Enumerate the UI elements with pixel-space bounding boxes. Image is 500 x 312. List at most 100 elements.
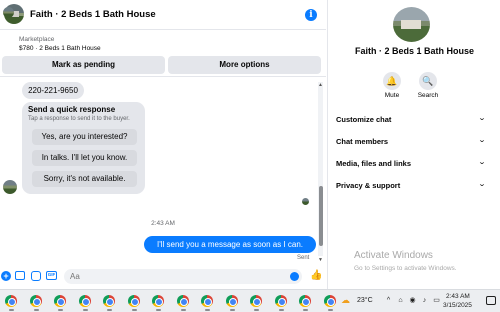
wifi-icon[interactable]: ◉: [408, 296, 417, 305]
notification-icon[interactable]: [486, 296, 496, 305]
thumbs-up-icon[interactable]: 👍: [310, 270, 322, 282]
activate-windows-subtitle: Go to Settings to activate Windows.: [354, 265, 457, 272]
taskbar-app-button[interactable]: [299, 295, 311, 311]
listing-summary[interactable]: $780 · 2 Beds 1 Bath House: [19, 45, 101, 52]
more-options-button[interactable]: More options: [168, 56, 321, 74]
quick-reply-not-available[interactable]: Sorry, it's not available.: [32, 171, 137, 187]
chrome-icon[interactable]: [152, 295, 164, 307]
gif-icon[interactable]: GIF: [46, 271, 57, 280]
chrome-icon[interactable]: [201, 295, 213, 307]
section-privacy-support[interactable]: Privacy & support ⌄: [328, 177, 500, 195]
search-label: Search: [417, 92, 439, 99]
chrome-icon[interactable]: [274, 295, 287, 307]
chrome-icon[interactable]: [299, 295, 311, 307]
conversation-details-pane: Faith · 2 Beds 1 Bath House 🔔 Mute 🔍 Sea…: [327, 0, 500, 289]
chrome-icon[interactable]: [5, 295, 17, 307]
scroll-up-arrow-icon[interactable]: ▲: [318, 82, 323, 88]
mark-as-pending-button[interactable]: Mark as pending: [2, 56, 165, 74]
chrome-icon[interactable]: [225, 295, 238, 307]
chrome-icon[interactable]: [176, 295, 189, 307]
running-indicator: [229, 309, 235, 311]
section-label: Privacy & support: [336, 181, 401, 190]
taskbar-app-button[interactable]: [225, 295, 238, 311]
chevron-down-icon[interactable]: ⌄: [478, 136, 486, 144]
taskbar-app-button[interactable]: [152, 295, 164, 311]
quick-response-title: Send a quick response: [28, 105, 116, 114]
search-icon[interactable]: 🔍: [419, 72, 437, 90]
clock-time[interactable]: 2:43 AM: [446, 293, 470, 300]
seen-receipt-avatar: [302, 198, 309, 205]
search-action[interactable]: 🔍 Search: [408, 72, 448, 102]
chrome-icon[interactable]: [54, 295, 66, 307]
clock-date[interactable]: 3/15/2025: [443, 302, 472, 309]
volume-icon[interactable]: ♪: [420, 296, 429, 305]
taskbar-app-button[interactable]: [323, 295, 336, 311]
chevron-down-icon[interactable]: ⌄: [478, 180, 486, 188]
taskbar-app-button[interactable]: [78, 295, 91, 311]
sender-avatar[interactable]: [3, 180, 17, 194]
chevron-down-icon[interactable]: ⌄: [478, 158, 486, 166]
details-avatar[interactable]: [393, 7, 430, 42]
section-customize-chat[interactable]: Customize chat ⌄: [328, 111, 500, 129]
battery-icon[interactable]: ▭: [432, 296, 441, 305]
chrome-icon[interactable]: [103, 295, 115, 307]
activate-windows-title: Activate Windows: [354, 250, 433, 261]
chrome-icon[interactable]: [323, 295, 336, 307]
sent-status: Sent: [297, 255, 310, 261]
weather-icon[interactable]: ☁: [341, 295, 354, 305]
message-composer: + GIF 👍: [0, 266, 326, 289]
taskbar-app-button[interactable]: [201, 295, 213, 311]
running-indicator: [33, 309, 39, 311]
chat-pane: Faith · 2 Beds 1 Bath House i Marketplac…: [0, 0, 326, 289]
mute-action[interactable]: 🔔 Mute: [372, 72, 412, 102]
taskbar-app-button[interactable]: [29, 295, 42, 311]
outgoing-message: I'll send you a message as soon as I can…: [144, 236, 316, 266]
running-indicator: [303, 309, 308, 311]
taskbar-app-button[interactable]: [127, 295, 140, 311]
running-indicator: [58, 309, 63, 311]
section-label: Media, files and links: [336, 159, 412, 168]
chrome-icon[interactable]: [29, 295, 42, 307]
running-indicator: [205, 309, 210, 311]
running-indicator: [180, 309, 186, 311]
photo-icon[interactable]: [15, 271, 25, 280]
chrome-icon[interactable]: [78, 295, 91, 307]
bell-icon[interactable]: 🔔: [383, 72, 401, 90]
running-indicator: [156, 309, 161, 311]
message-input[interactable]: [64, 269, 302, 284]
running-indicator: [327, 309, 333, 311]
section-label: Customize chat: [336, 115, 392, 124]
chrome-icon[interactable]: [250, 295, 262, 307]
plus-icon[interactable]: +: [1, 271, 11, 281]
info-icon[interactable]: i: [305, 9, 317, 21]
incoming-message-phone: 220-221-9650: [22, 82, 84, 99]
chat-title[interactable]: Faith · 2 Beds 1 Bath House: [30, 9, 156, 20]
running-indicator: [107, 309, 112, 311]
emoji-icon[interactable]: [290, 272, 299, 281]
section-chat-members[interactable]: Chat members ⌄: [328, 133, 500, 151]
tray-overflow-icon[interactable]: ^: [384, 296, 393, 305]
quick-response-subtitle: Tap a response to send it to the buyer.: [28, 116, 130, 122]
taskbar-app-button[interactable]: [103, 295, 115, 311]
tray-app-icon[interactable]: ⌂: [396, 296, 405, 305]
quick-reply-interested[interactable]: Yes, are you interested?: [32, 129, 137, 145]
section-label: Chat members: [336, 137, 389, 146]
running-indicator: [9, 309, 14, 311]
running-indicator: [254, 309, 259, 311]
taskbar-app-button[interactable]: [250, 295, 262, 311]
taskbar-app-button[interactable]: [176, 295, 189, 311]
chevron-down-icon[interactable]: ⌄: [478, 114, 486, 122]
mute-label: Mute: [384, 92, 400, 99]
taskbar-app-button[interactable]: [54, 295, 66, 311]
section-media-files-links[interactable]: Media, files and links ⌄: [328, 155, 500, 173]
listing-thumbnail[interactable]: [3, 7, 14, 18]
sticker-icon[interactable]: [31, 271, 41, 281]
scroll-down-arrow-icon[interactable]: ▼: [318, 257, 323, 263]
taskbar-app-button[interactable]: [274, 295, 287, 311]
quick-reply-in-talks[interactable]: In talks. I'll let you know.: [32, 150, 137, 166]
taskbar-app-button[interactable]: [5, 295, 17, 311]
running-indicator: [131, 309, 137, 311]
weather-temperature[interactable]: 23°C: [357, 297, 373, 304]
scrollbar-thumb[interactable]: [319, 186, 323, 246]
chrome-icon[interactable]: [127, 295, 140, 307]
